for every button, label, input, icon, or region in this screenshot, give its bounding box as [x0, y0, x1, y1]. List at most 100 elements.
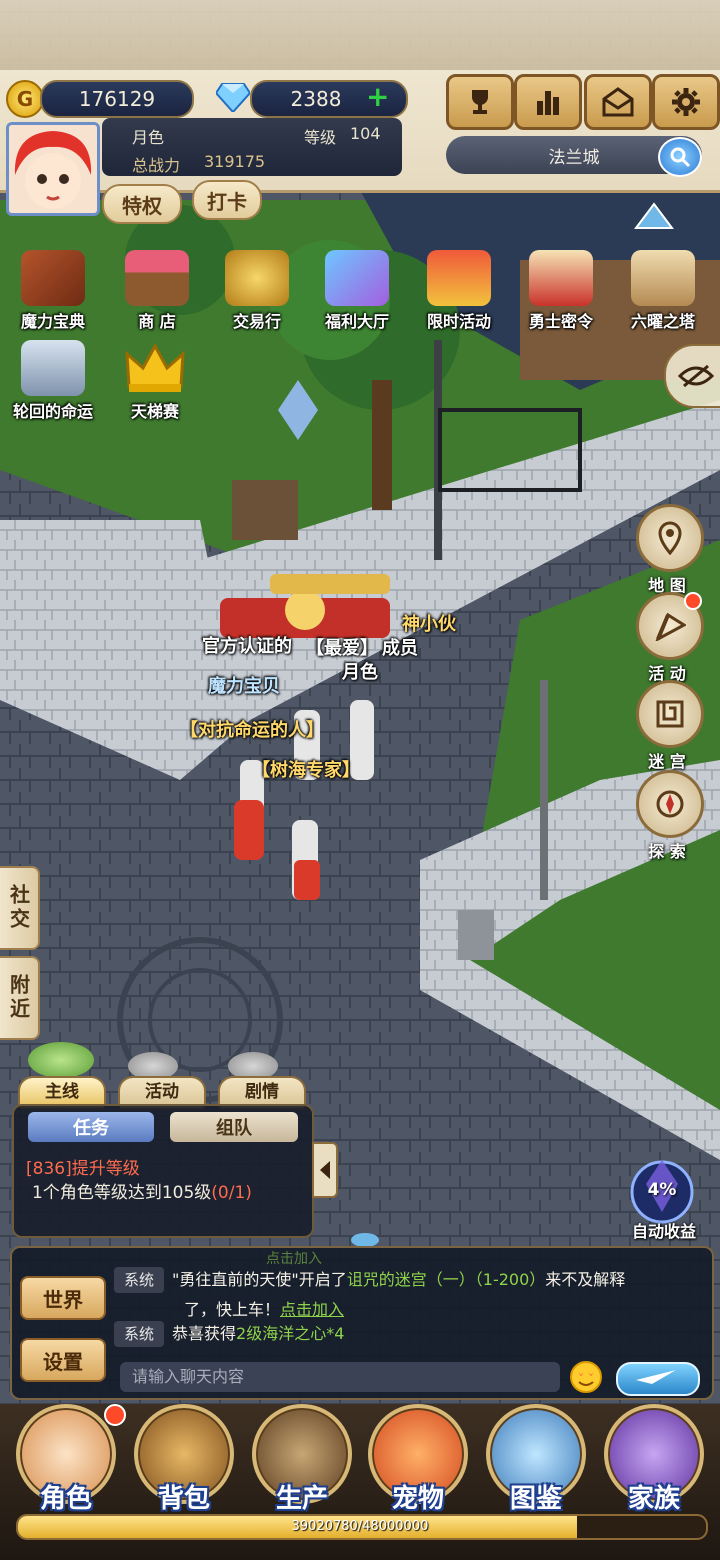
- auto-income-label: 自动收益: [631, 1222, 696, 1241]
- collapse-up-icon[interactable]: [634, 202, 674, 232]
- knights-icon: [21, 340, 85, 396]
- nav-label: 宠物: [391, 1484, 444, 1514]
- msg2-item[interactable]: 2级海洋之心*4: [236, 1324, 344, 1343]
- collapse-quest-button[interactable]: [312, 1142, 338, 1198]
- msg1-dungeon[interactable]: 诅咒的迷宫（一）: [347, 1270, 475, 1289]
- feature-magic-codex[interactable]: 魔力宝典: [8, 250, 98, 332]
- quest-title[interactable]: [836]提升等级: [26, 1154, 140, 1179]
- hide-ui-toggle[interactable]: [664, 344, 720, 408]
- msg1-range: （1-200）: [474, 1270, 546, 1289]
- feature-label: 轮回的命运: [12, 402, 93, 421]
- compass-icon: [636, 770, 704, 838]
- shop-stall-icon: [125, 250, 189, 306]
- player-info-box: 月色 等级 104 总战力 319175: [102, 118, 402, 176]
- crown-icon: [125, 342, 185, 392]
- notification-dot: [684, 592, 702, 610]
- system-tag: 系统: [114, 1321, 165, 1347]
- nav-production[interactable]: 生产: [250, 1404, 354, 1514]
- explore-button[interactable]: 探 索: [636, 770, 704, 862]
- experience-text: 39020780/48000000: [291, 1519, 429, 1534]
- feature-six-tower[interactable]: 六曜之塔: [618, 250, 708, 332]
- nav-label: 角色: [39, 1484, 92, 1514]
- map-icon: [636, 504, 704, 572]
- power-label: 总战力: [132, 156, 181, 175]
- feature-trading-house[interactable]: 交易行: [212, 250, 302, 332]
- quest-panel: 任务 组队 [836]提升等级 1个角色等级达到105级(0/1): [12, 1104, 314, 1238]
- npc-title-right: 神小伙: [402, 614, 456, 635]
- nav-pet[interactable]: 宠物: [366, 1404, 470, 1514]
- feature-label: 交易行: [232, 312, 281, 331]
- stats-button[interactable]: [514, 74, 582, 130]
- mail-icon: [602, 87, 634, 117]
- map-button[interactable]: 地 图: [636, 504, 704, 596]
- gold-value: 176129: [78, 87, 156, 111]
- chat-input[interactable]: 请输入聊天内容: [120, 1362, 560, 1392]
- ranking-button[interactable]: [446, 74, 514, 130]
- quest-entry[interactable]: 1个角色等级达到105级(0/1): [32, 1178, 252, 1203]
- social-tab[interactable]: 社交: [0, 866, 40, 950]
- maze-label: 迷 宫: [648, 752, 686, 771]
- eye-hidden-icon: [678, 364, 714, 388]
- feature-shop[interactable]: 商 店: [112, 250, 202, 332]
- npc-title-fav: 【最爱】: [306, 638, 378, 659]
- emoji-icon[interactable]: [568, 1360, 604, 1394]
- power-value: 319175: [204, 152, 266, 171]
- feature-label: 魔力宝典: [20, 312, 85, 331]
- feature-warrior-orders[interactable]: 勇士密令: [516, 250, 606, 332]
- gold-counter: 176129: [40, 80, 194, 118]
- msg1-tail: 来不及解释: [545, 1270, 626, 1289]
- nav-codex[interactable]: 图鉴: [484, 1404, 588, 1514]
- search-icon: [670, 147, 691, 168]
- privilege-label: 特权: [122, 193, 162, 218]
- book-icon: [21, 250, 85, 306]
- feature-label: 天梯赛: [130, 402, 179, 421]
- chat-settings-button[interactable]: 设置: [20, 1338, 106, 1382]
- mail-button[interactable]: [584, 74, 652, 130]
- world-channel-button[interactable]: 世界: [20, 1276, 106, 1320]
- privilege-button[interactable]: 特权: [102, 184, 182, 224]
- settings-button[interactable]: [652, 74, 720, 130]
- gift-box-icon: [325, 250, 389, 306]
- checkin-button[interactable]: 打卡: [192, 180, 262, 220]
- tasks-subtab[interactable]: 任务: [28, 1112, 154, 1142]
- level-value: 104: [350, 124, 381, 143]
- level-label: 等级: [304, 128, 337, 147]
- feature-ladder[interactable]: 天梯赛: [110, 340, 200, 422]
- feature-label: 福利大厅: [324, 312, 389, 331]
- feature-reincarnation[interactable]: 轮回的命运: [8, 340, 98, 422]
- avatar-portrait: [9, 125, 97, 213]
- maze-icon: [636, 680, 704, 748]
- activity-button[interactable]: 活 动: [636, 592, 704, 684]
- checkin-label: 打卡: [207, 189, 247, 214]
- nearby-tab[interactable]: 附近: [0, 956, 40, 1040]
- trophy-icon: [472, 90, 488, 114]
- title-tag-forest: 【树海专家】: [252, 760, 360, 781]
- search-button[interactable]: [658, 137, 702, 177]
- nav-bag[interactable]: 背包: [132, 1404, 236, 1514]
- nav-label: 图鉴: [509, 1484, 562, 1514]
- join-link[interactable]: 点击加入: [280, 1300, 344, 1319]
- tasks-label: 任务: [73, 1118, 109, 1139]
- location-name: 法兰城: [548, 147, 600, 168]
- add-gems-button[interactable]: +: [366, 80, 389, 113]
- chat-message-1: 系统 "勇往直前的天使"开启了诅咒的迷宫（一）（1-200）来不及解释: [114, 1266, 702, 1294]
- team-subtab[interactable]: 组队: [170, 1112, 298, 1142]
- auto-income-button[interactable]: 4%: [626, 1154, 698, 1226]
- notification-dot: [104, 1404, 126, 1426]
- send-button[interactable]: [616, 1362, 700, 1396]
- maze-button[interactable]: 迷 宫: [636, 680, 704, 772]
- player-avatar[interactable]: [6, 122, 100, 216]
- feature-label: 商 店: [138, 312, 176, 331]
- feature-welfare-hall[interactable]: 福利大厅: [312, 250, 402, 332]
- present-clock-icon: [427, 250, 491, 306]
- player-name: 月色: [132, 128, 165, 147]
- player-name-tag[interactable]: 月色: [342, 658, 378, 684]
- title-tag-magic: 魔力宝贝: [208, 676, 280, 697]
- social-label: 社交: [6, 884, 31, 932]
- msg2-prefix: 恭喜获得: [172, 1324, 237, 1343]
- npc-title-left: 官方认证的: [202, 636, 292, 657]
- gem-value: 2388: [290, 87, 342, 111]
- nav-family[interactable]: 家族: [602, 1404, 706, 1514]
- feature-limited-event[interactable]: 限时活动: [414, 250, 504, 332]
- nav-character[interactable]: 角色: [14, 1404, 126, 1514]
